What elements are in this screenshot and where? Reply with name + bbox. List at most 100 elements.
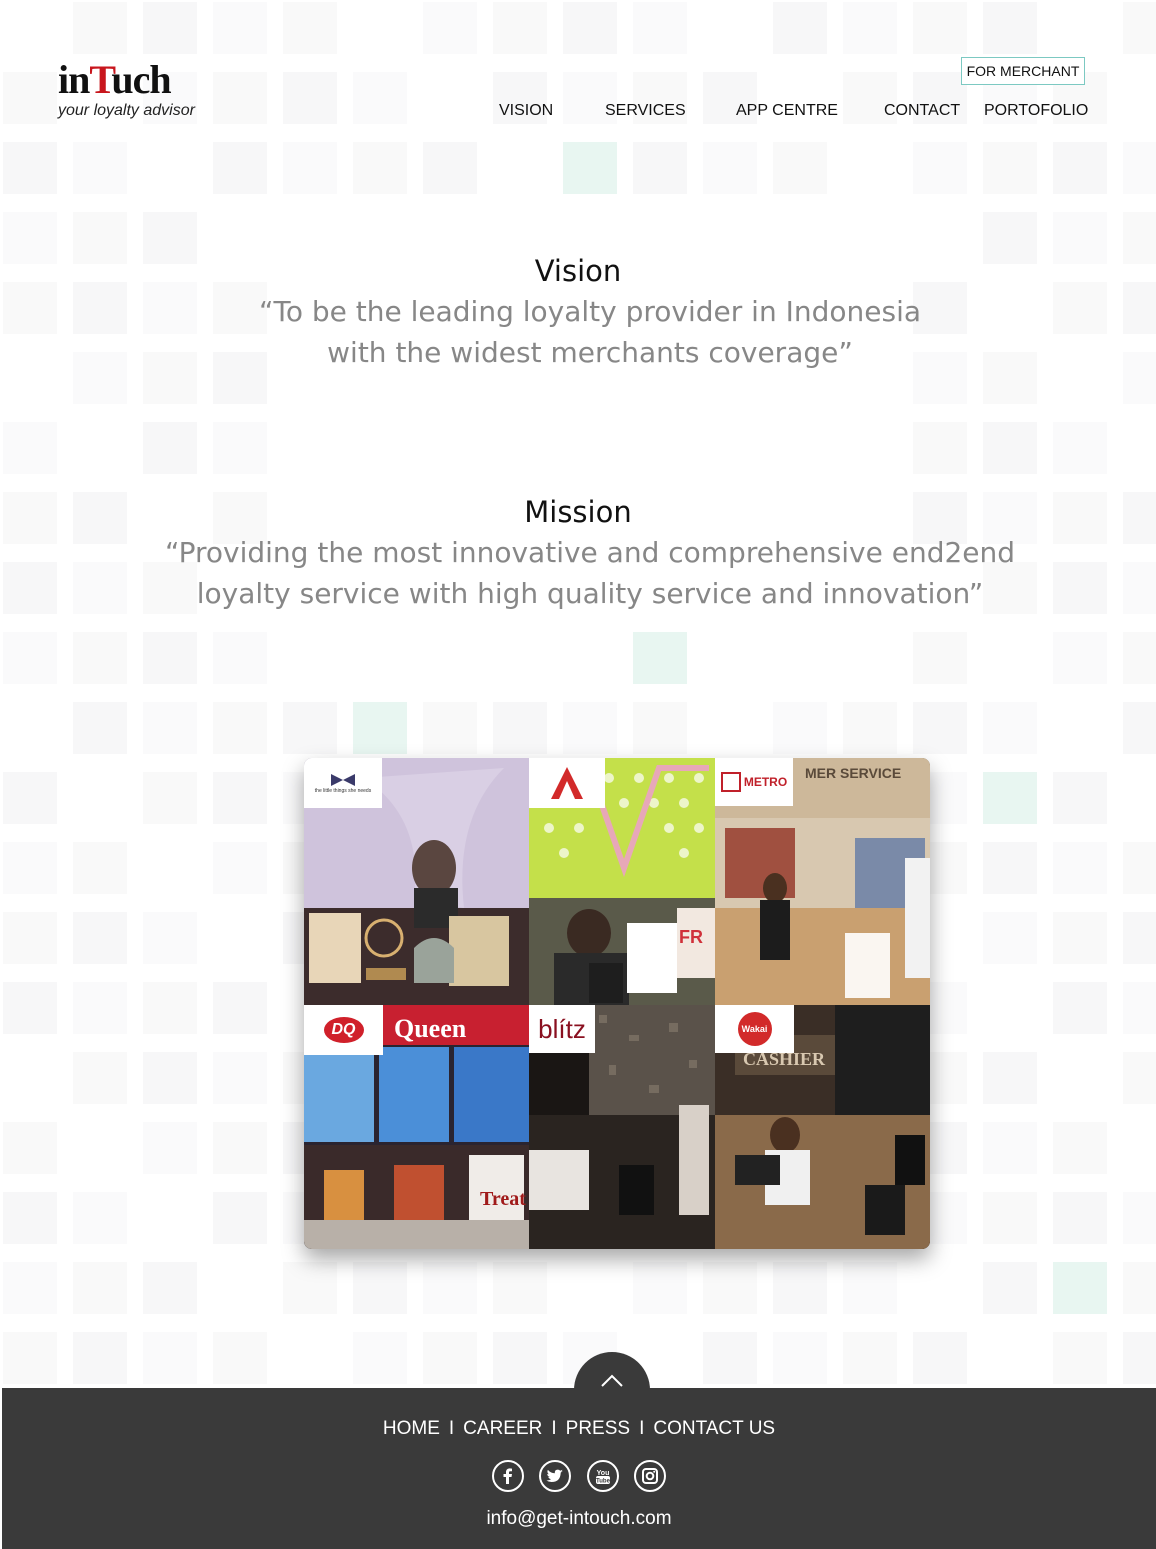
background-tile [1053,562,1107,614]
background-tile [3,772,57,824]
background-tile [913,702,967,754]
background-tile [843,2,897,54]
background-tile [73,632,127,684]
footer-link-career[interactable]: CAREER [463,1418,542,1440]
background-tile [213,142,267,194]
footer-link-home[interactable]: HOME [383,1418,440,1440]
mission-title: Mission [524,495,632,529]
background-tile [1123,2,1156,54]
svg-text:Queen: Queen [394,1014,467,1043]
nav-item-portofolio[interactable]: PORTOFOLIO [984,102,1088,120]
background-tile [1123,352,1156,404]
background-tile [73,1262,127,1314]
background-tile [913,1332,967,1384]
background-tile [423,2,477,54]
youtube-icon[interactable]: You Tube [586,1460,619,1492]
background-tile [983,2,1037,54]
nav-item-contact[interactable]: CONTACT [884,102,960,120]
contact-email-link[interactable]: info@get-intouch.com [2,1508,1156,1530]
brand-logo-wakai: Wakai [715,1005,794,1053]
background-tile [73,1192,127,1244]
twitter-icon[interactable] [539,1460,572,1492]
background-tile [633,1262,687,1314]
background-tile [73,842,127,894]
background-tile [1053,1122,1107,1174]
nav-item-services[interactable]: SERVICES [605,102,686,120]
background-tile [283,702,337,754]
background-tile [1053,772,1107,824]
background-tile-accent [353,702,407,754]
background-tile [773,142,827,194]
background-tile [983,142,1037,194]
background-tile [1123,632,1156,684]
svg-text:MER SERVICE: MER SERVICE [805,765,901,781]
background-tile [73,562,127,614]
background-tile [213,1332,267,1384]
background-tile [3,562,57,614]
background-tile [213,772,267,824]
for-merchant-button[interactable]: FOR MERCHANT [961,57,1085,85]
footer-link-contact-us[interactable]: CONTACT US [653,1418,775,1440]
background-tile-accent [983,772,1037,824]
background-tile [1123,142,1156,194]
footer-separator: I [448,1418,455,1439]
background-tile [213,632,267,684]
vision-statement: “To be the leading loyalty provider in I… [258,295,922,369]
background-tile [73,1332,127,1384]
background-tile [983,842,1037,894]
background-tile [283,1262,337,1314]
brand-logo-metro: METRO [715,758,793,806]
background-tile [843,702,897,754]
background-tile [213,702,267,754]
background-tile [1123,842,1156,894]
collage-photo-space: FR [529,758,715,1005]
footer-link-press[interactable]: PRESS [566,1418,630,1440]
background-tile [423,142,477,194]
background-tile [423,1262,477,1314]
instagram-icon[interactable] [633,1460,666,1492]
background-tile [913,142,967,194]
nav-item-app-centre[interactable]: APP CENTRE [736,102,838,120]
background-tile [3,422,57,474]
background-tile [143,282,197,334]
nav-item-vision[interactable]: VISION [499,102,553,120]
background-tile [983,1122,1037,1174]
background-tile [3,842,57,894]
background-tile [913,2,967,54]
social-links: You Tube [2,1460,1156,1496]
background-tile [143,2,197,54]
background-tile [213,1052,267,1104]
background-tile [3,1332,57,1384]
background-tile [1053,842,1107,894]
background-tile [633,142,687,194]
background-tile [493,702,547,754]
background-tile [983,1192,1037,1244]
background-tile [143,982,197,1034]
background-tile [73,912,127,964]
background-tile [1053,1332,1107,1384]
background-tile-accent [633,632,687,684]
brand-logo-little-things: the little things she needs [304,758,382,808]
background-tile [143,1332,197,1384]
background-tile [143,702,197,754]
background-tile [1123,1332,1156,1384]
background-tile [1123,702,1156,754]
background-tile [213,982,267,1034]
background-tile [143,772,197,824]
background-tile [213,2,267,54]
background-tile [143,1262,197,1314]
background-tile [1053,142,1107,194]
background-tile [983,702,1037,754]
background-tile [773,702,827,754]
footer-separator: I [639,1418,645,1439]
background-tile [493,1262,547,1314]
background-tile [213,842,267,894]
background-tile [1123,1192,1156,1244]
facebook-icon[interactable] [492,1460,525,1492]
background-tile [73,1052,127,1104]
background-tile-accent [1053,1262,1107,1314]
chevron-up-icon [601,1374,623,1387]
background-tile [913,422,967,474]
background-tile [703,142,757,194]
brand-logo-space [529,758,605,808]
